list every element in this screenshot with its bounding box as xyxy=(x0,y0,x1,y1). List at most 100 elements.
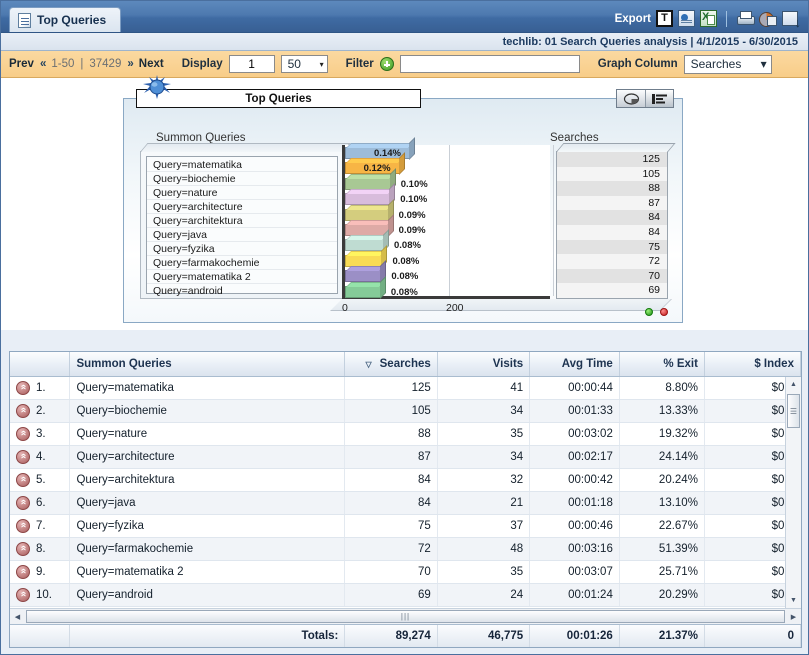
row-avg-time: 00:02:17 xyxy=(530,446,620,468)
drilldown-icon[interactable] xyxy=(16,404,30,418)
scroll-up-icon[interactable]: ▲ xyxy=(786,377,802,392)
table-row[interactable]: 9.Query=matematika 2703500:03:0725.71%$0… xyxy=(10,561,801,584)
drilldown-icon[interactable] xyxy=(16,473,30,487)
chart-bar[interactable] xyxy=(345,198,394,222)
save-report-icon[interactable] xyxy=(782,10,801,29)
table-row[interactable]: 8.Query=farmakochemie724800:03:1651.39%$… xyxy=(10,538,801,561)
next-chevron-icon[interactable]: » xyxy=(127,58,133,70)
chart-bar[interactable] xyxy=(345,275,386,299)
chart-bar-percent-label: 0.08% xyxy=(391,271,419,283)
chart-bar[interactable] xyxy=(345,183,396,207)
row-searches: 70 xyxy=(345,561,438,583)
chevron-down-icon: ▾ xyxy=(319,59,324,69)
red-status-dot[interactable] xyxy=(660,308,668,316)
table-row[interactable]: 6.Query=java842100:01:1813.10%$0.0 xyxy=(10,492,801,515)
drilldown-icon[interactable] xyxy=(16,381,30,395)
chart-category-label: Query=biochemie xyxy=(147,172,337,186)
chart-bar[interactable] xyxy=(345,260,387,284)
row-visits: 37 xyxy=(438,515,531,537)
row-query-name: Query=java xyxy=(70,492,346,514)
pie-chart-icon[interactable] xyxy=(617,90,645,107)
row-visits: 34 xyxy=(438,446,531,468)
col-header-index[interactable] xyxy=(10,352,71,376)
row-exit-percent: 13.10% xyxy=(620,492,705,514)
row-avg-time: 00:01:33 xyxy=(530,400,620,422)
grid-vertical-scrollbar[interactable]: ▲ ☰ ▼ xyxy=(785,377,801,608)
drilldown-icon[interactable] xyxy=(16,588,30,602)
table-row[interactable]: 4.Query=architecture873400:02:1724.14%$0… xyxy=(10,446,801,469)
display-page-input[interactable] xyxy=(228,55,275,73)
col-header-avgtime[interactable]: Avg Time xyxy=(530,352,620,376)
graph-column-label: Graph Column xyxy=(597,58,678,70)
prev-chevron-icon[interactable]: « xyxy=(40,58,46,70)
chart-bar-percent-label: 0.08% xyxy=(390,286,418,298)
grid-horizontal-scrollbar[interactable]: ◀ ||| ▶ xyxy=(10,608,801,624)
print-icon[interactable] xyxy=(736,10,755,27)
table-row[interactable]: 2.Query=biochemie1053400:01:3313.33%$0.0 xyxy=(10,400,801,423)
drilldown-icon[interactable] xyxy=(16,427,30,441)
col-header-name[interactable]: Summon Queries xyxy=(70,352,346,376)
col-header-visits[interactable]: Visits xyxy=(438,352,531,376)
scroll-right-icon[interactable]: ▶ xyxy=(786,609,801,624)
next-button[interactable]: Next xyxy=(139,58,164,70)
chart-category-label: Query=architektura xyxy=(147,214,337,228)
col-header-exit[interactable]: % Exit xyxy=(620,352,705,376)
horizontal-scroll-thumb[interactable]: ||| xyxy=(26,610,785,623)
data-grid: Summon Queries ▽ Searches Visits Avg Tim… xyxy=(9,351,802,648)
prev-button[interactable]: Prev xyxy=(9,58,34,70)
chart-value-label: 125 xyxy=(557,152,667,167)
chart-category-label: Query=architecture xyxy=(147,200,337,214)
col-header-searches[interactable]: ▽ Searches xyxy=(345,352,438,376)
row-query-name: Query=architecture xyxy=(70,446,346,468)
drilldown-icon[interactable] xyxy=(16,496,30,510)
schedule-icon[interactable] xyxy=(759,11,777,27)
export-text-icon[interactable]: T xyxy=(656,10,673,27)
row-query-name: Query=farmakochemie xyxy=(70,538,346,560)
drilldown-icon[interactable] xyxy=(16,542,30,556)
row-index-cell: 2. xyxy=(10,400,71,422)
vertical-scroll-thumb[interactable]: ☰ xyxy=(787,394,800,428)
page-size-select[interactable]: 50 ▾ xyxy=(280,55,328,73)
row-visits: 48 xyxy=(438,538,531,560)
row-exit-percent: 22.67% xyxy=(620,515,705,537)
row-searches: 72 xyxy=(345,538,438,560)
chart-x-tick-label: 0 xyxy=(342,302,348,314)
chart-bar-top-face xyxy=(346,219,393,225)
row-number: 4. xyxy=(36,451,46,463)
green-status-dot[interactable] xyxy=(645,308,653,316)
table-row[interactable]: 7.Query=fyzika753700:00:4622.67%$0.0 xyxy=(10,515,801,538)
row-query-name: Query=nature xyxy=(70,423,346,445)
graph-column-select[interactable]: Searches ▾ xyxy=(683,54,772,74)
drilldown-icon[interactable] xyxy=(16,450,30,464)
scroll-down-icon[interactable]: ▼ xyxy=(786,593,802,608)
chart-bar-percent-label: 0.09% xyxy=(398,224,426,236)
add-filter-icon[interactable] xyxy=(379,57,394,71)
row-index-cell: 8. xyxy=(10,538,71,560)
scroll-left-icon[interactable]: ◀ xyxy=(10,609,25,624)
export-word-icon[interactable] xyxy=(678,10,695,27)
tab-top-queries[interactable]: Top Queries xyxy=(9,7,122,32)
filter-input[interactable] xyxy=(399,55,580,73)
grid-totals-row: Totals: 89,274 46,775 00:01:26 21.37% 0 xyxy=(10,624,801,647)
row-visits: 41 xyxy=(438,377,531,399)
table-row[interactable]: 3.Query=nature883500:03:0219.32%$0.0 xyxy=(10,423,801,446)
chart-value-label: 69 xyxy=(557,283,667,298)
chart-bar[interactable] xyxy=(345,167,396,191)
row-avg-time: 00:00:46 xyxy=(530,515,620,537)
drilldown-icon[interactable] xyxy=(16,565,30,579)
col-header-index-dollar[interactable]: $ Index xyxy=(705,352,801,376)
row-exit-percent: 25.71% xyxy=(620,561,705,583)
row-avg-time: 00:03:07 xyxy=(530,561,620,583)
chart-bar-side-face xyxy=(398,152,405,176)
row-number: 5. xyxy=(36,474,46,486)
tab-label: Top Queries xyxy=(37,13,107,27)
export-excel-icon[interactable] xyxy=(700,10,717,27)
row-avg-time: 00:00:44 xyxy=(530,377,620,399)
drilldown-icon[interactable] xyxy=(16,519,30,533)
chart-bar[interactable] xyxy=(345,244,388,268)
table-row[interactable]: 10.Query=android692400:01:2420.29%$0.0 xyxy=(10,584,801,607)
bar-chart-icon[interactable] xyxy=(645,90,673,107)
table-row[interactable]: 1.Query=matematika1254100:00:448.80%$0.0 xyxy=(10,377,801,400)
table-row[interactable]: 5.Query=architektura843200:00:4220.24%$0… xyxy=(10,469,801,492)
chart-bar[interactable] xyxy=(345,229,389,253)
